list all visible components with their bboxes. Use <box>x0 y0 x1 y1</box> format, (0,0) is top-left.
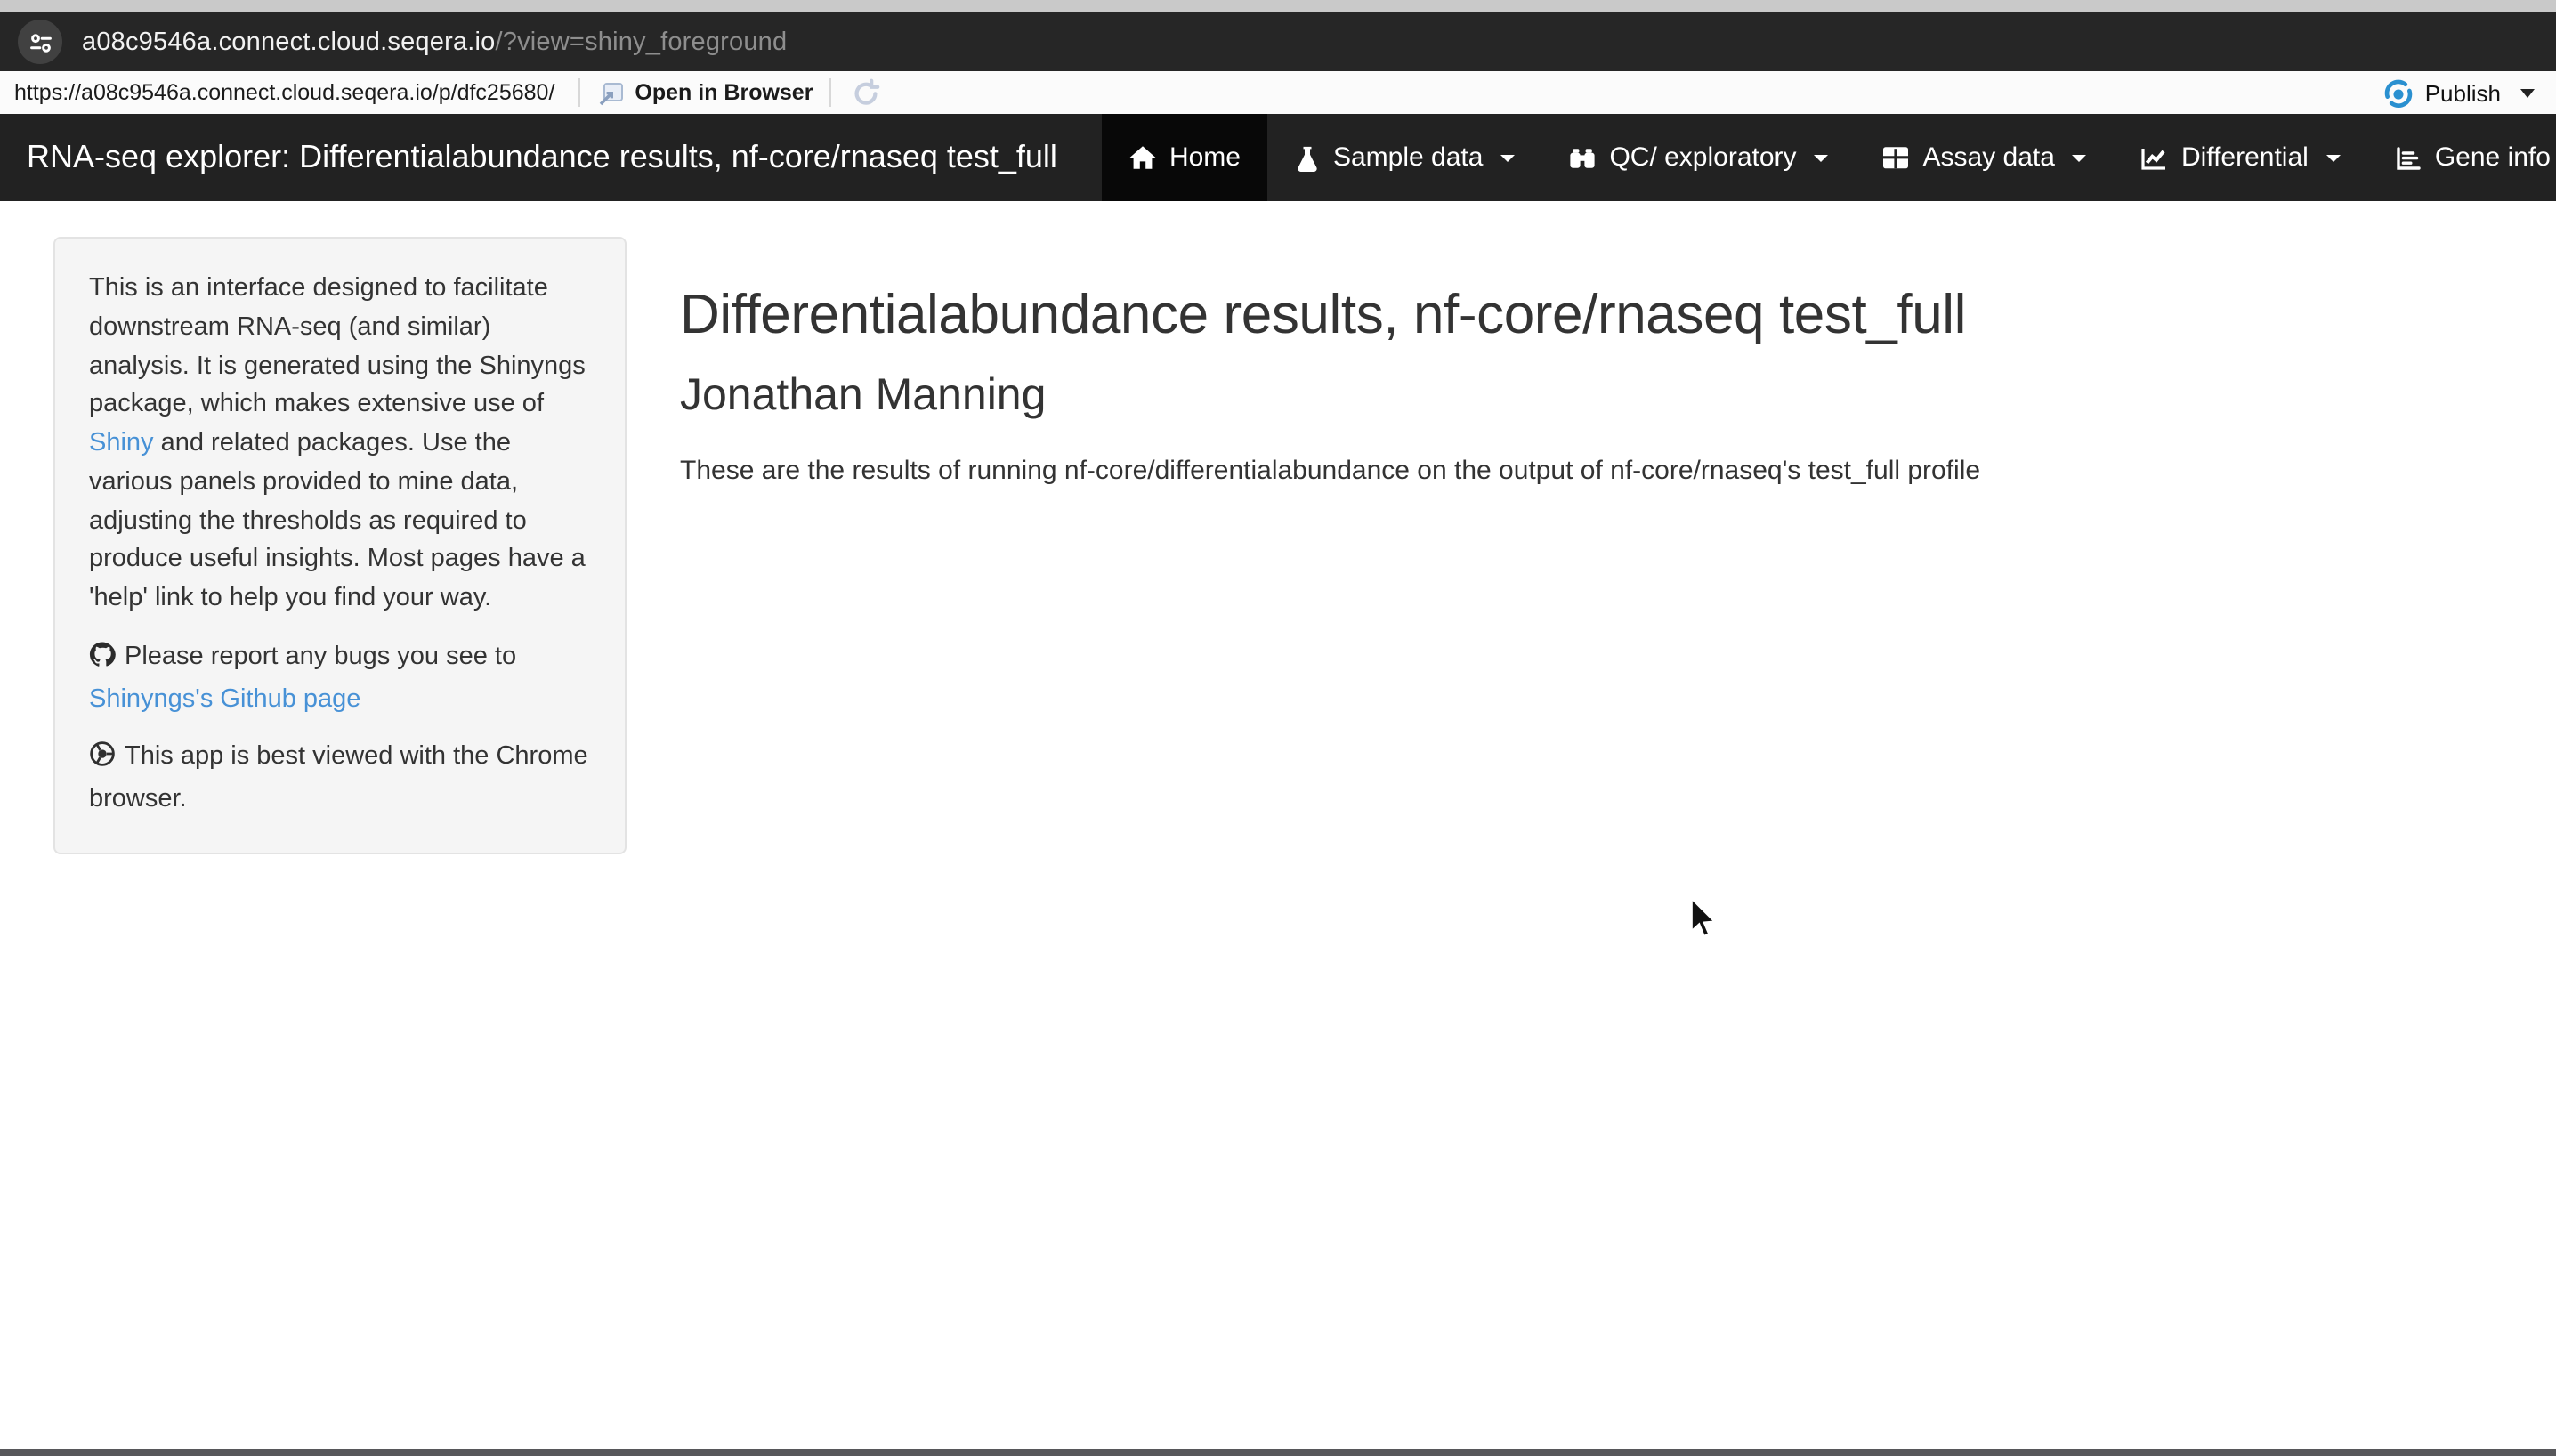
navbar: RNA-seq explorer: Differentialabundance … <box>0 114 2556 201</box>
chrome-text: This app is best viewed with the Chrome … <box>89 743 588 814</box>
nav-item-label: Sample data <box>1333 142 1483 173</box>
nav-item-label: Assay data <box>1923 142 2055 173</box>
open-in-browser-button[interactable]: Open in Browser <box>595 79 813 106</box>
page-content: This is an interface designed to facilit… <box>0 201 2556 1456</box>
preview-toolbar: https://a08c9546a.connect.cloud.seqera.i… <box>0 71 2556 114</box>
toolbar-separator <box>578 78 579 107</box>
sidebar-panel: This is an interface designed to facilit… <box>53 237 627 854</box>
tune-button[interactable] <box>18 20 62 64</box>
app-url: https://a08c9546a.connect.cloud.seqera.i… <box>14 80 554 105</box>
intro-text: This is an interface designed to facilit… <box>89 274 586 419</box>
github-page-link[interactable]: Shinyngs's Github page <box>89 684 360 713</box>
nav-item-gene-info[interactable]: Gene info <box>2367 114 2556 201</box>
navbar-brand: RNA-seq explorer: Differentialabundance … <box>27 114 1102 201</box>
refresh-icon <box>850 77 880 108</box>
address-bar[interactable]: a08c9546a.connect.cloud.seqera.io/?view=… <box>0 12 2556 71</box>
chrome-icon <box>89 741 116 782</box>
nav-item-sample-data[interactable]: Sample data <box>1267 114 1541 201</box>
connect-logo-icon <box>2384 77 2414 108</box>
publish-button[interactable]: Publish <box>2384 77 2535 108</box>
github-icon <box>89 641 116 682</box>
toolbar-separator <box>829 78 830 107</box>
nav-item-qc-exploratory[interactable]: QC/ exploratory <box>1541 114 1855 201</box>
sidebar-chrome-note: This app is best viewed with the Chrome … <box>89 740 591 821</box>
shiny-link[interactable]: Shiny <box>89 429 154 457</box>
refresh-button[interactable] <box>850 77 880 108</box>
page-url[interactable]: a08c9546a.connect.cloud.seqera.io/?view=… <box>82 28 787 56</box>
caret-down-icon <box>1815 154 1829 161</box>
page-url-params: /?view=shiny_foreground <box>496 28 788 56</box>
page-description: These are the results of running nf-core… <box>680 456 2503 486</box>
caret-down-icon <box>2326 154 2341 161</box>
home-icon <box>1128 144 1157 171</box>
bottom-edge-bar <box>0 1449 2556 1456</box>
open-in-browser-icon <box>595 79 624 106</box>
table-icon <box>1882 144 1911 171</box>
bugs-text: Please report any bugs you see to <box>125 643 516 671</box>
window-top-strip <box>0 0 2556 12</box>
nav-item-label: Gene info <box>2435 142 2551 173</box>
open-in-browser-label: Open in Browser <box>635 80 813 105</box>
page-title: Differentialabundance results, nf-core/r… <box>680 283 2503 347</box>
bar-chart-horizontal-icon <box>2394 143 2423 172</box>
nav-item-home[interactable]: Home <box>1102 114 1267 201</box>
page-author: Jonathan Manning <box>680 370 2503 422</box>
nav-item-assay-data[interactable]: Assay data <box>1856 114 2114 201</box>
publish-label: Publish <box>2425 79 2501 106</box>
nav-item-label: Home <box>1169 142 1241 173</box>
binoculars-icon <box>1568 143 1597 172</box>
caret-down-icon <box>2073 154 2087 161</box>
tune-icon <box>28 29 53 54</box>
caret-down-icon <box>1500 154 1515 161</box>
main-panel: Differentialabundance results, nf-core/r… <box>680 237 2503 486</box>
mouse-cursor <box>1684 895 1723 950</box>
caret-down-icon <box>2520 88 2535 97</box>
page-url-host: a08c9546a.connect.cloud.seqera.io <box>82 28 496 56</box>
sidebar-intro: This is an interface designed to facilit… <box>89 271 591 619</box>
nav-item-label: Differential <box>2181 142 2309 173</box>
nav-item-differential[interactable]: Differential <box>2114 114 2367 201</box>
nav-item-label: QC/ exploratory <box>1609 142 1796 173</box>
flask-icon <box>1294 143 1321 172</box>
intro-text-after: and related packages. Use the various pa… <box>89 429 586 612</box>
sidebar-bugs: Please report any bugs you see to Shinyn… <box>89 639 591 720</box>
chart-line-icon <box>2140 143 2169 172</box>
app-window: a08c9546a.connect.cloud.seqera.io/?view=… <box>0 0 2556 1456</box>
